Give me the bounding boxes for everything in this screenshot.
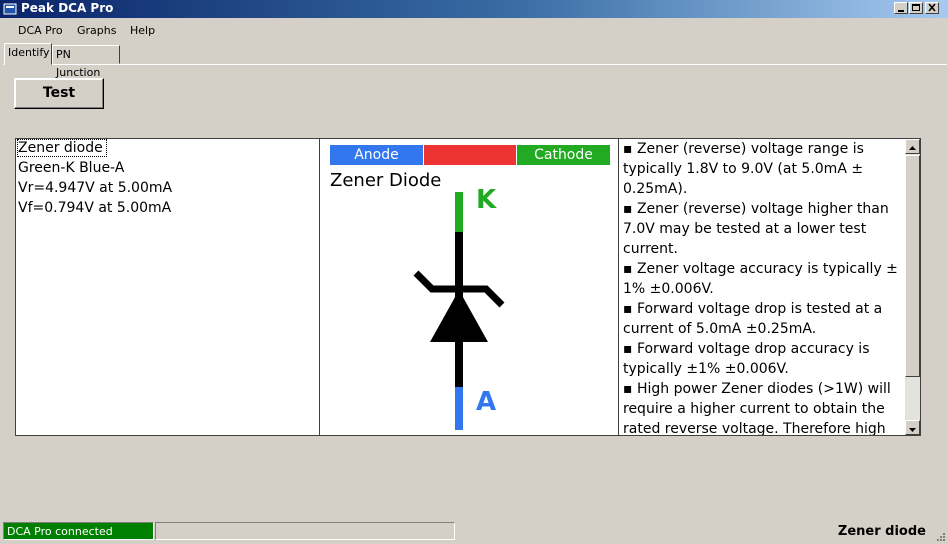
diagram-panel: Anode Cathode Zener Diode K A xyxy=(319,138,619,436)
arrow-up-icon xyxy=(909,146,916,150)
status-bar: DCA Pro connected Zener diode xyxy=(0,519,948,544)
connection-status: DCA Pro connected xyxy=(3,522,154,540)
title-bar[interactable]: Peak DCA Pro xyxy=(0,0,948,18)
minimize-button[interactable] xyxy=(894,2,908,14)
note-item: ▪ High power Zener diodes (>1W) will req… xyxy=(623,381,891,436)
window-title: Peak DCA Pro xyxy=(21,1,114,15)
notes-panel[interactable]: ▪ Zener (reverse) voltage range is typic… xyxy=(618,138,921,436)
note-item: ▪ Forward voltage drop is tested at a cu… xyxy=(623,301,883,337)
tab-pn-junction[interactable]: PN Junction xyxy=(52,45,120,79)
cathode-lead-green xyxy=(455,192,463,232)
notes-text: ▪ Zener (reverse) voltage range is typic… xyxy=(623,139,905,436)
tab-identify[interactable]: Identify xyxy=(4,43,52,65)
cathode-pin-label: K xyxy=(476,185,497,215)
resize-grip-icon[interactable] xyxy=(934,530,946,542)
maximize-button[interactable] xyxy=(909,2,923,14)
note-item: ▪ Zener voltage accuracy is typically ± … xyxy=(623,261,898,297)
arrow-down-icon xyxy=(909,428,916,432)
menu-graphs[interactable]: Graphs xyxy=(77,24,116,37)
results-panel[interactable]: Zener diode Green-K Blue-A Vr=4.947V at … xyxy=(15,138,320,436)
scroll-thumb[interactable] xyxy=(905,155,920,377)
tab-strip: Identify PN Junction xyxy=(0,43,948,79)
result-component-type[interactable]: Zener diode xyxy=(17,139,107,157)
minimize-icon xyxy=(898,10,904,12)
note-item: ▪ Zener (reverse) voltage range is typic… xyxy=(623,141,864,197)
tab-panel-border xyxy=(3,64,947,65)
status-progress-bar xyxy=(155,522,455,540)
menu-help[interactable]: Help xyxy=(130,24,155,37)
anode-lead-blue xyxy=(455,387,463,430)
close-icon xyxy=(928,3,936,12)
note-item: ▪ Zener (reverse) voltage higher than 7.… xyxy=(623,201,889,257)
notes-scrollbar[interactable] xyxy=(905,139,920,435)
test-button[interactable]: Test xyxy=(14,78,104,109)
diode-triangle xyxy=(430,290,488,342)
scroll-up-button[interactable] xyxy=(905,139,920,154)
scroll-down-button[interactable] xyxy=(905,420,920,435)
note-item: ▪ Forward voltage drop accuracy is typic… xyxy=(623,341,870,377)
maximize-icon xyxy=(912,4,920,11)
anode-pin-label: A xyxy=(476,387,497,417)
result-forward-voltage: Vf=0.794V at 5.00mA xyxy=(18,200,172,216)
menu-dca-pro[interactable]: DCA Pro xyxy=(18,24,63,37)
zener-diode-symbol xyxy=(413,192,505,430)
close-button[interactable] xyxy=(925,2,939,14)
result-pinout: Green-K Blue-A xyxy=(18,160,125,176)
result-reverse-voltage: Vr=4.947V at 5.00mA xyxy=(18,180,173,196)
app-icon xyxy=(3,3,17,15)
component-status: Zener diode xyxy=(837,524,926,539)
menu-bar: DCA Pro Graphs Help xyxy=(0,19,948,41)
